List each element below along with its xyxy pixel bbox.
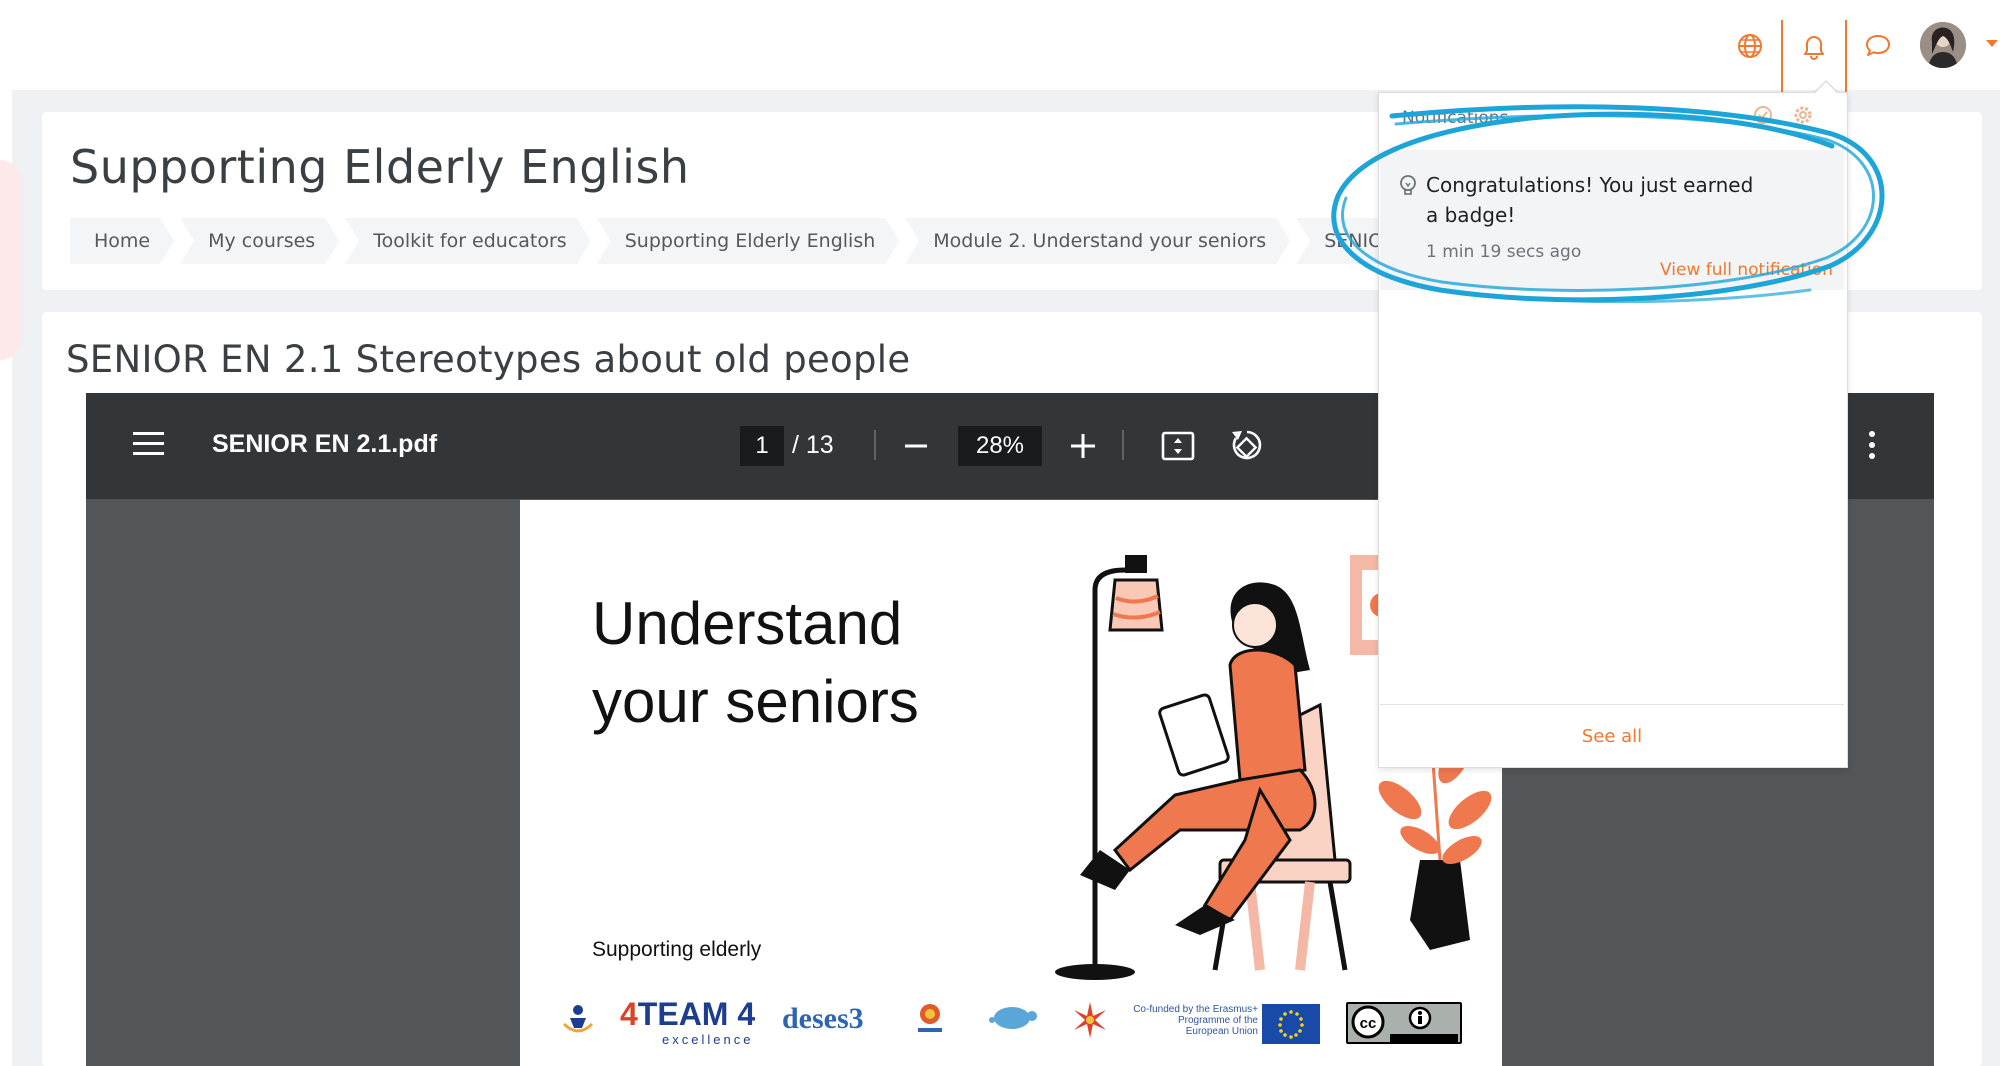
breadcrumb-module[interactable]: Module 2. Understand your seniors: [905, 218, 1290, 264]
team4-logo: 4TEAM 4: [620, 996, 756, 1032]
breadcrumb-course[interactable]: Supporting Elderly English: [597, 218, 900, 264]
bell-icon[interactable]: [1792, 24, 1836, 68]
slide-title-line1: Understand: [592, 590, 903, 657]
slide-subtitle: Supporting elderly: [592, 938, 762, 961]
eu-cofunded-text: Co-funded by the Erasmus+ Programme of t…: [1133, 1004, 1258, 1037]
nav-separator: [1781, 20, 1783, 96]
volunteer-logo-icon: [918, 1004, 942, 1032]
slide-title: Understand your seniors: [592, 585, 919, 741]
notification-text: Congratulations! You just earned a badge…: [1426, 173, 1754, 227]
rotate-icon[interactable]: [1228, 426, 1266, 468]
breadcrumb: Home My courses Toolkit for educators Su…: [70, 218, 1532, 264]
zoom-in-icon[interactable]: [1068, 431, 1098, 465]
creative-commons-license-icon: cc: [1346, 1002, 1462, 1044]
user-avatar[interactable]: [1920, 22, 1966, 68]
pdf-filename: SENIOR EN 2.1.pdf: [212, 430, 438, 458]
nav-separator: [1845, 20, 1847, 96]
eu-flag-icon: [1262, 1004, 1320, 1044]
fit-page-icon[interactable]: [1160, 428, 1196, 468]
svg-text:cc: cc: [1360, 1015, 1377, 1032]
page-total: / 13: [792, 431, 834, 459]
side-decoration: [0, 160, 22, 360]
page-number-input[interactable]: 1: [740, 426, 784, 466]
notification-settings-icon[interactable]: [1792, 104, 1814, 126]
breadcrumb-home[interactable]: Home: [70, 218, 174, 264]
globe-icon[interactable]: [1728, 24, 1772, 68]
turtle-logo-icon: [989, 1007, 1037, 1029]
more-options-icon[interactable]: [1862, 428, 1882, 466]
popover-footer-divider: [1380, 704, 1844, 705]
breadcrumb-toolkit[interactable]: Toolkit for educators: [345, 218, 591, 264]
toolbar-separator: [1122, 430, 1124, 460]
chat-icon[interactable]: [1856, 24, 1900, 68]
zoom-out-icon[interactable]: [902, 432, 930, 464]
see-all-link[interactable]: See all: [1380, 726, 1844, 747]
deses3-logo: deses3: [782, 1002, 864, 1035]
inbie-logo-icon: [1074, 1002, 1106, 1038]
notification-time: 1 min 19 secs ago: [1426, 242, 1582, 262]
notifications-header: Notifications: [1402, 108, 1509, 128]
breadcrumb-my-courses[interactable]: My courses: [180, 218, 339, 264]
user-menu-caret-icon[interactable]: [1986, 40, 1998, 47]
menu-icon[interactable]: [132, 430, 166, 462]
team4-logo-subtitle: excellence: [662, 1032, 754, 1047]
popover-arrow-inner: [1815, 82, 1837, 93]
toolbar-separator: [874, 430, 876, 460]
slide-title-line2: your seniors: [592, 668, 919, 735]
course-title: Supporting Elderly English: [70, 140, 690, 194]
zoom-level-input[interactable]: 28%: [958, 426, 1042, 466]
view-full-notification-link[interactable]: View full notification: [1660, 260, 1833, 280]
partner-logo-icon: [562, 1005, 594, 1033]
mark-all-read-icon[interactable]: [1752, 104, 1774, 126]
lightbulb-icon: [1398, 174, 1418, 202]
activity-title: SENIOR EN 2.1 Stereotypes about old peop…: [66, 338, 911, 381]
top-navbar: [0, 0, 2000, 96]
